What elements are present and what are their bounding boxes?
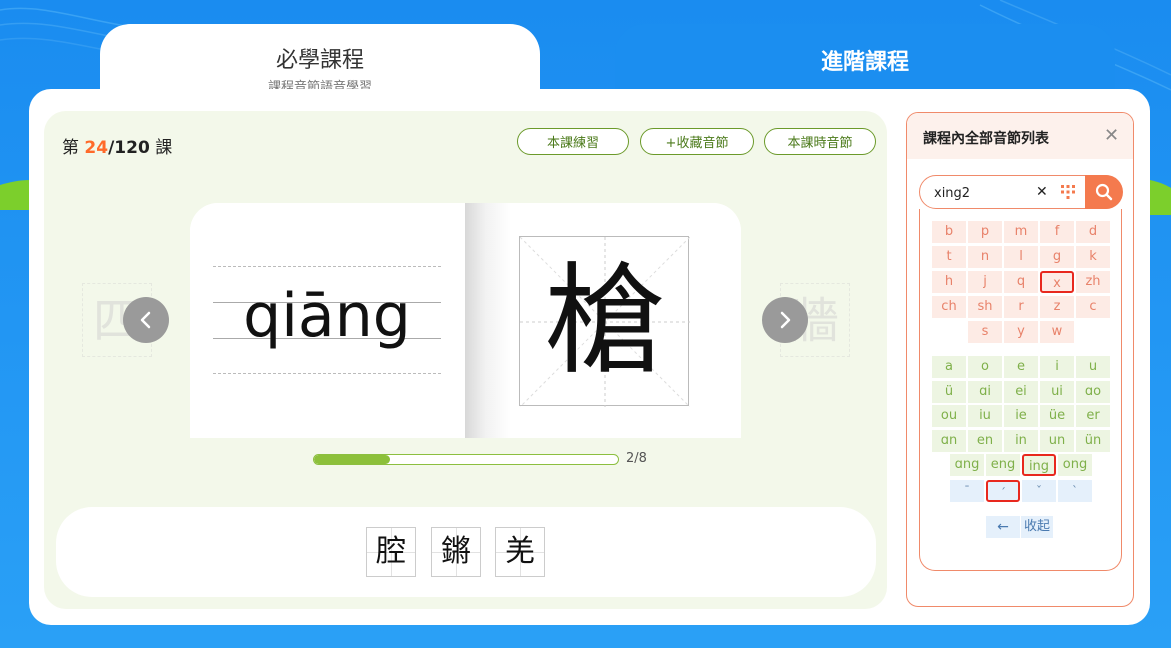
final-key[interactable]: ɑo <box>1076 380 1110 403</box>
final-key[interactable]: iu <box>968 405 1002 427</box>
final-key[interactable]: o <box>968 356 1002 378</box>
initial-key[interactable]: m <box>1004 221 1038 243</box>
final-key[interactable]: i <box>1040 356 1074 378</box>
tone-key[interactable]: ˊ <box>986 480 1020 502</box>
initial-key[interactable]: sh <box>968 296 1002 318</box>
related-character[interactable]: 鏘 <box>431 527 481 577</box>
tab-advanced-course[interactable]: 進階課程 <box>615 24 1115 94</box>
initial-key[interactable]: zh <box>1076 271 1110 293</box>
progress-label: 2/8 <box>626 451 647 466</box>
progress-fill <box>314 455 390 464</box>
character-text: 槍 <box>545 252 665 391</box>
syllable-list-header: 課程內全部音節列表 ✕ <box>907 113 1133 159</box>
final-key[interactable]: er <box>1076 405 1110 427</box>
lesson-current-number: 24 <box>84 138 109 158</box>
close-icon[interactable]: ✕ <box>1104 127 1119 145</box>
initial-key[interactable]: g <box>1040 246 1074 268</box>
final-key[interactable]: ɑng <box>950 454 984 476</box>
previous-button[interactable] <box>123 297 169 343</box>
chevron-right-icon <box>780 311 791 329</box>
related-characters-box: 腔 鏘 羌 <box>56 507 876 597</box>
initial-key[interactable]: h <box>932 271 966 293</box>
initial-key[interactable]: x <box>1040 271 1074 293</box>
lesson-syllables-button[interactable]: 本課時音節 <box>764 128 876 155</box>
final-key[interactable]: ing <box>1022 454 1056 476</box>
tab-advanced-course-title: 進階課程 <box>820 50 909 75</box>
final-key[interactable]: a <box>932 356 966 378</box>
tab-required-course-title: 必學課程 <box>275 48 364 73</box>
syllable-keyboard: b p m f d t n l g k h j q x zh ch sh r z c s y w a o e i u ü ɑi ei ui ɑo… <box>919 209 1122 571</box>
initial-key[interactable]: ch <box>932 296 966 318</box>
initial-key[interactable]: l <box>1004 246 1038 268</box>
initial-key[interactable]: b <box>932 221 966 243</box>
clear-icon[interactable]: ✕ <box>1036 184 1048 200</box>
lesson-counter: 第 24/120 課 <box>62 133 172 158</box>
syllable-search-input[interactable] <box>934 182 1034 204</box>
initial-key[interactable]: p <box>968 221 1002 243</box>
flashcard-pinyin-page: qiāng <box>190 203 465 438</box>
character-grid: 槍 <box>519 236 690 407</box>
final-key[interactable]: in <box>1004 429 1038 452</box>
final-key[interactable]: ɑn <box>932 429 966 452</box>
final-key[interactable]: ü <box>932 380 966 403</box>
final-key[interactable]: ie <box>1004 405 1038 427</box>
final-key[interactable]: un <box>1040 429 1074 452</box>
initial-key[interactable]: c <box>1076 296 1110 318</box>
tone-key[interactable]: ˋ <box>1058 480 1092 502</box>
favorite-syllable-button[interactable]: +收藏音節 <box>640 128 754 155</box>
tone-key[interactable]: ˇ <box>1022 480 1056 502</box>
final-key[interactable]: ui <box>1040 380 1074 403</box>
lesson-panel: 第 24/120 課 本課練習 +收藏音節 本課時音節 四 牆 qiāng 槍 … <box>44 111 887 609</box>
final-key[interactable]: ong <box>1058 454 1092 476</box>
flashcard-spine <box>465 203 511 438</box>
final-key[interactable]: en <box>968 429 1002 452</box>
lesson-total-number: 120 <box>114 138 150 158</box>
initial-key[interactable]: f <box>1040 221 1074 243</box>
initial-key[interactable]: n <box>968 246 1002 268</box>
initial-key[interactable]: t <box>932 246 966 268</box>
keypad-icon[interactable] <box>1060 184 1076 200</box>
initial-key[interactable]: r <box>1004 296 1038 318</box>
initial-key[interactable]: k <box>1076 246 1110 268</box>
tone-key[interactable]: ˉ <box>950 480 984 502</box>
initial-key[interactable]: w <box>1040 321 1074 343</box>
lesson-counter-suffix: 課 <box>149 138 173 158</box>
flashcard: qiāng 槍 <box>190 203 741 438</box>
related-character[interactable]: 腔 <box>366 527 416 577</box>
initial-key[interactable]: q <box>1004 271 1038 293</box>
syllable-search-box: ✕ <box>919 175 1123 209</box>
next-button[interactable] <box>762 297 808 343</box>
final-key[interactable]: ou <box>932 405 966 427</box>
related-character[interactable]: 羌 <box>495 527 545 577</box>
initial-key[interactable]: d <box>1076 221 1110 243</box>
final-key[interactable]: e <box>1004 356 1038 378</box>
final-key[interactable]: ei <box>1004 380 1038 403</box>
flashcard-character-page: 槍 <box>511 203 741 438</box>
progress-bar <box>313 454 619 465</box>
initial-key[interactable]: z <box>1040 296 1074 318</box>
search-icon <box>1095 183 1113 201</box>
syllable-list-panel: 課程內全部音節列表 ✕ ✕ bpmfd tnlgk hjqxzh chshrzc syw… <box>906 112 1134 607</box>
final-key[interactable]: u <box>1076 356 1110 378</box>
final-key[interactable]: üe <box>1040 405 1074 427</box>
search-button[interactable] <box>1085 175 1123 209</box>
initial-key[interactable]: s <box>968 321 1002 343</box>
final-key[interactable]: ɑi <box>968 380 1002 403</box>
syllable-list-title: 課程內全部音節列表 <box>923 131 1049 147</box>
initial-key[interactable]: j <box>968 271 1002 293</box>
final-key[interactable]: ün <box>1076 429 1110 452</box>
collapse-button[interactable]: 收起 <box>1021 516 1054 538</box>
lesson-practice-button[interactable]: 本課練習 <box>517 128 629 155</box>
final-key[interactable]: eng <box>986 454 1020 476</box>
lesson-counter-prefix: 第 <box>62 138 85 158</box>
chevron-left-icon <box>140 311 151 329</box>
backspace-button[interactable]: ← <box>986 516 1020 538</box>
pinyin-text: qiāng <box>243 281 411 351</box>
initial-key[interactable]: y <box>1004 321 1038 343</box>
